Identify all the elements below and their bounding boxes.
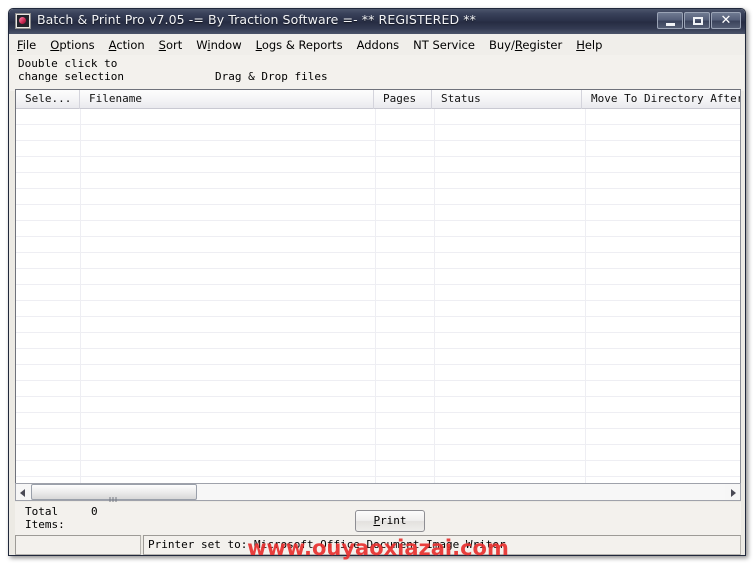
column-header-pages[interactable]: Pages <box>374 90 432 109</box>
screenshot-root: Batch & Print Pro v7.05 -= By Traction S… <box>0 0 756 566</box>
triangle-right-icon <box>731 489 736 497</box>
maximize-button[interactable] <box>684 12 710 29</box>
table-row[interactable] <box>16 301 740 317</box>
menu-item-buy-register[interactable]: Buy/Register <box>482 36 569 54</box>
grip-icon <box>109 489 119 504</box>
table-row[interactable] <box>16 365 740 381</box>
menu-item-window[interactable]: Window <box>189 36 248 54</box>
close-icon: ✕ <box>720 13 732 28</box>
table-row[interactable] <box>16 429 740 445</box>
scrollbar-track[interactable] <box>31 484 725 504</box>
table-row[interactable] <box>16 445 740 461</box>
menu-item-nt-service[interactable]: NT Service <box>406 36 482 54</box>
status-panel-left <box>15 535 141 555</box>
column-header-status[interactable]: Status <box>432 90 582 109</box>
menu-item-help[interactable]: Help <box>569 36 609 54</box>
table-row[interactable] <box>16 173 740 189</box>
application-window: Batch & Print Pro v7.05 -= By Traction S… <box>8 8 746 556</box>
table-row[interactable] <box>16 413 740 429</box>
close-button[interactable]: ✕ <box>711 12 741 29</box>
table-row[interactable] <box>16 397 740 413</box>
window-title: Batch & Print Pro v7.05 -= By Traction S… <box>37 12 476 27</box>
double-click-hint: Double click to change selection <box>18 57 124 83</box>
menu-item-action[interactable]: Action <box>102 36 152 54</box>
scroll-left-arrow[interactable] <box>16 484 31 500</box>
menu-item-sort[interactable]: Sort <box>152 36 190 54</box>
table-row[interactable] <box>16 125 740 141</box>
hint-strip: Double click to change selection Drag & … <box>10 55 744 91</box>
column-header-move-to-directory[interactable]: Move To Directory After P: <box>582 90 740 109</box>
file-list-view[interactable]: Sele... Filename Pages Status Move To Di… <box>15 89 741 492</box>
table-row[interactable] <box>16 285 740 301</box>
status-bar: Printer set to: Microsoft Office Documen… <box>15 535 741 555</box>
menu-item-addons[interactable]: Addons <box>350 36 407 54</box>
table-row[interactable] <box>16 109 740 125</box>
table-row[interactable] <box>16 237 740 253</box>
totals-area: Total Items: 0 Print <box>15 502 741 535</box>
table-row[interactable] <box>16 349 740 365</box>
total-items-label: Total Items: <box>25 505 65 531</box>
table-row[interactable] <box>16 253 740 269</box>
table-row[interactable] <box>16 189 740 205</box>
table-row[interactable] <box>16 461 740 477</box>
scroll-right-arrow[interactable] <box>725 484 740 500</box>
table-row[interactable] <box>16 221 740 237</box>
file-list-body[interactable] <box>16 109 740 491</box>
app-icon[interactable] <box>15 13 31 29</box>
status-panel-printer: Printer set to: Microsoft Office Documen… <box>143 535 741 555</box>
window-controls: ✕ <box>657 12 741 29</box>
triangle-left-icon <box>20 489 25 497</box>
menu-item-file[interactable]: File <box>10 36 43 54</box>
table-row[interactable] <box>16 205 740 221</box>
scrollbar-thumb[interactable] <box>31 484 197 504</box>
column-header-filename[interactable]: Filename <box>80 90 374 109</box>
horizontal-scrollbar[interactable] <box>15 483 741 504</box>
total-items-value: 0 <box>91 505 98 518</box>
minimize-icon <box>666 23 675 26</box>
drag-drop-hint: Drag & Drop files <box>215 70 328 83</box>
table-row[interactable] <box>16 157 740 173</box>
column-header-select[interactable]: Sele... <box>16 90 80 109</box>
menu-item-options[interactable]: Options <box>43 36 101 54</box>
table-row[interactable] <box>16 381 740 397</box>
minimize-button[interactable] <box>657 12 683 29</box>
menu-item-logs-reports[interactable]: Logs & Reports <box>249 36 350 54</box>
maximize-icon <box>693 17 703 25</box>
title-bar[interactable]: Batch & Print Pro v7.05 -= By Traction S… <box>9 9 745 34</box>
table-row[interactable] <box>16 269 740 285</box>
table-row[interactable] <box>16 333 740 349</box>
table-row[interactable] <box>16 317 740 333</box>
table-row[interactable] <box>16 141 740 157</box>
menu-bar: File Options Action Sort Window Logs & R… <box>10 34 744 55</box>
file-list-header: Sele... Filename Pages Status Move To Di… <box>16 90 740 109</box>
print-button[interactable]: Print <box>355 510 425 532</box>
app-icon-glyph <box>17 15 29 27</box>
